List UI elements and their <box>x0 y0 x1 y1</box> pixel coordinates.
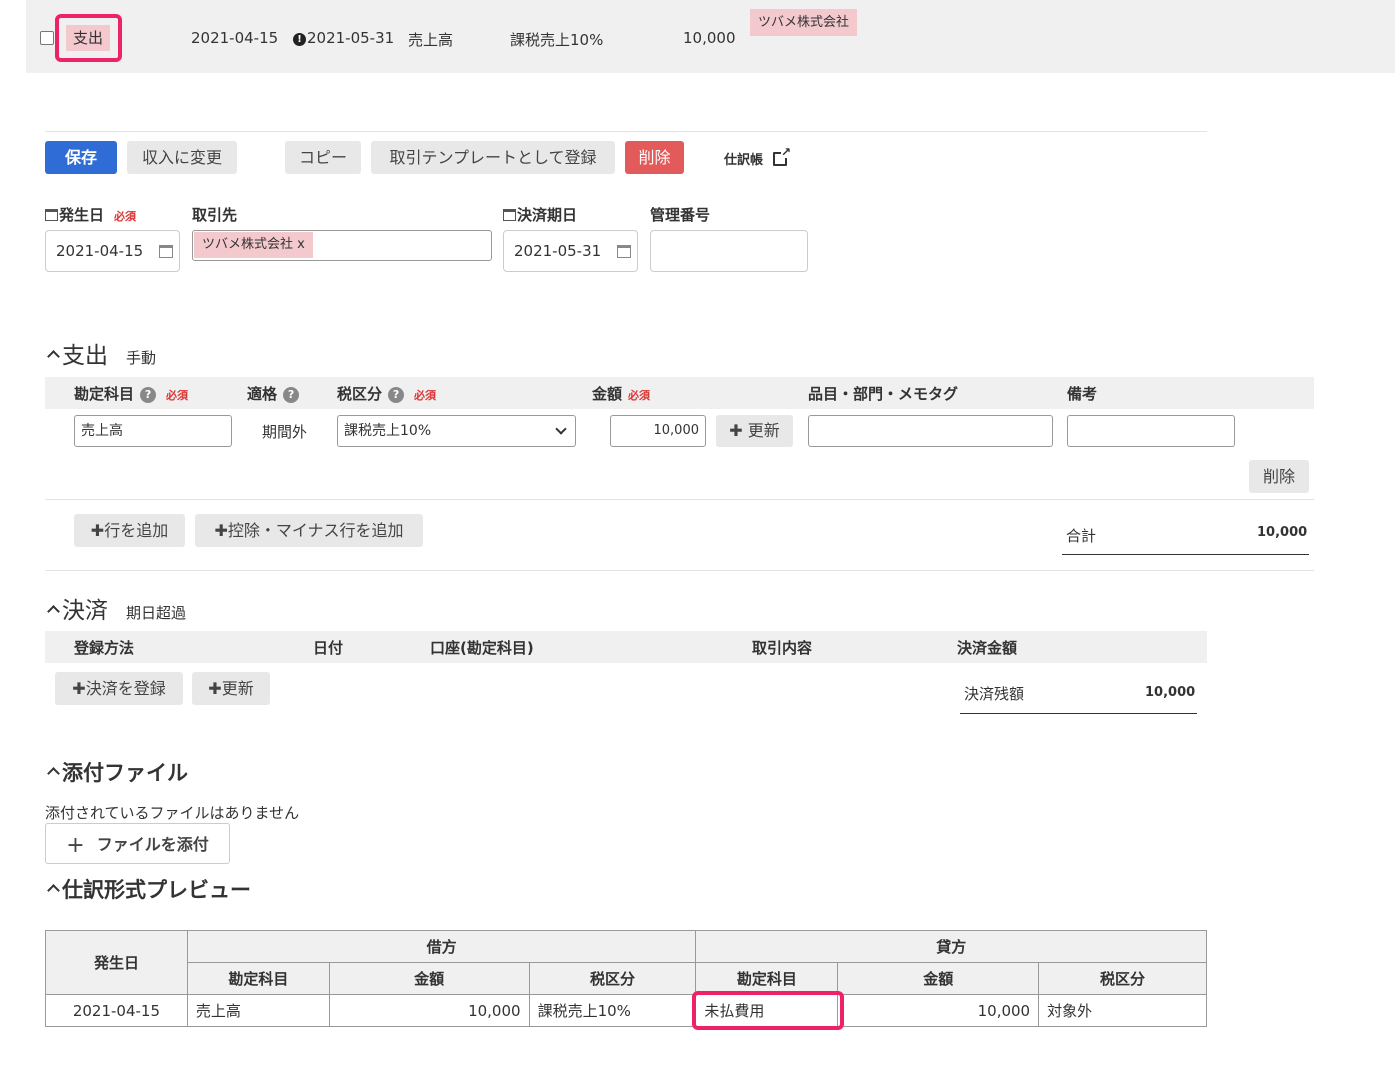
journal-link[interactable]: 仕訳帳 <box>724 145 791 168</box>
add-deduction-row-button[interactable]: ✚控除・マイナス行を追加 <box>195 514 423 547</box>
chevron-up-icon <box>47 605 60 618</box>
account-input[interactable]: 売上高 <box>74 415 232 447</box>
th-amount: 金額 必須 <box>592 385 651 403</box>
items-tags-input[interactable] <box>808 415 1053 447</box>
help-icon[interactable]: ? <box>140 387 157 403</box>
calendar-icon <box>159 245 173 258</box>
chevron-up-icon <box>47 767 60 780</box>
settlement-table-header <box>45 631 1207 663</box>
calendar-icon <box>45 209 58 221</box>
due-date: ! 2021-05-31 <box>293 29 394 47</box>
update-settlement-button[interactable]: ✚更新 <box>192 672 270 705</box>
delete-row-button[interactable]: 削除 <box>1249 460 1309 493</box>
th-debit-amount: 金額 <box>328 962 530 995</box>
th-tax: 税区分? 必須 <box>337 385 437 403</box>
tax-select[interactable]: 課税売上10% <box>337 415 576 447</box>
th-credit-amount: 金額 <box>837 962 1040 995</box>
journal-preview-table: 発生日 借方 貸方 勘定科目 金額 税区分 勘定科目 金額 税区分 2021-0… <box>45 930 1207 1027</box>
th-account: 口座(勘定科目) <box>430 639 534 657</box>
table-row: 2021-04-15 売上高 10,000 課税売上10% 未払費用 10,00… <box>45 994 1207 1027</box>
th-credit: 貸方 <box>695 930 1207 963</box>
issue-date-label: 発生日 必須 <box>45 204 136 225</box>
partner-input[interactable]: ツバメ株式会社 x <box>192 230 492 261</box>
th-method: 登録方法 <box>74 639 135 657</box>
row-checkbox[interactable] <box>40 31 54 45</box>
account: 売上高 <box>408 31 454 49</box>
add-row-button[interactable]: ✚行を追加 <box>74 514 185 547</box>
divider <box>45 570 1314 571</box>
due-date-label: 決済期日 <box>503 204 577 225</box>
row-credit-tax: 対象外 <box>1038 994 1207 1027</box>
no-attachments-text: 添付されているファイルはありません <box>45 804 300 822</box>
partner-chip[interactable]: ツバメ株式会社 x <box>194 232 313 258</box>
register-settlement-button[interactable]: ✚決済を登録 <box>55 672 183 705</box>
external-link-icon <box>773 145 791 166</box>
chevron-down-icon <box>555 423 567 435</box>
row-credit-amount: 10,000 <box>837 994 1040 1027</box>
th-credit-tax: 税区分 <box>1038 962 1207 995</box>
help-icon[interactable]: ? <box>283 387 300 403</box>
th-eligible: 適格? <box>247 383 300 404</box>
total-value: 10,000 <box>1257 525 1308 540</box>
th-debit-account: 勘定科目 <box>186 962 330 995</box>
th-settlement-amount: 決済金額 <box>957 639 1018 657</box>
row-debit-tax: 課税売上10% <box>528 994 697 1027</box>
save-button[interactable]: 保存 <box>45 141 117 174</box>
total-underline <box>1062 554 1309 555</box>
expense-section-title[interactable]: 支出 手動 <box>45 336 156 370</box>
highlight-box <box>692 991 844 1030</box>
divider <box>45 499 1314 500</box>
partner-tag: ツバメ株式会社 <box>750 9 858 36</box>
change-to-income-button[interactable]: 収入に変更 <box>127 141 237 174</box>
calendar-icon <box>503 209 516 221</box>
notes-input[interactable] <box>1067 415 1235 447</box>
th-notes: 備考 <box>1067 385 1098 403</box>
balance-label: 決済残額 <box>964 685 1025 703</box>
help-icon[interactable]: ? <box>388 387 405 403</box>
th-account: 勘定科目? 必須 <box>74 385 189 403</box>
th-date: 日付 <box>313 639 344 657</box>
delete-button[interactable]: 削除 <box>625 141 684 174</box>
calendar-icon <box>617 245 631 258</box>
issue-date-input[interactable]: 2021-04-15 <box>45 230 180 272</box>
expense-table-header <box>45 377 1314 409</box>
due-date-input[interactable]: 2021-05-31 <box>503 230 638 272</box>
amount: 10,000 <box>683 29 736 47</box>
amount-input[interactable]: 10,000 <box>610 415 706 447</box>
th-items: 品目・部門・メモタグ <box>808 385 959 403</box>
th-debit: 借方 <box>186 930 697 963</box>
plus-icon: + <box>66 833 85 858</box>
th-description: 取引内容 <box>752 639 813 657</box>
copy-button[interactable]: コピー <box>285 141 361 174</box>
chevron-up-icon <box>47 884 60 897</box>
eligible-value: 期間外 <box>262 423 308 441</box>
row-debit-account: 売上高 <box>186 994 330 1027</box>
th-debit-tax: 税区分 <box>528 962 697 995</box>
balance-underline <box>960 713 1197 714</box>
balance-value: 10,000 <box>1145 685 1196 700</box>
tax-category: 課税売上10% <box>510 31 604 49</box>
register-template-button[interactable]: 取引テンプレートとして登録 <box>371 141 615 174</box>
deal-summary-row[interactable]: 支出 2021-04-15 ! 2021-05-31 売上高 課税売上10% 10… <box>26 0 1395 73</box>
settlement-section-title[interactable]: 決済 期日超過 <box>45 591 186 625</box>
preview-section-title[interactable]: 仕訳形式プレビュー <box>45 874 251 904</box>
attachment-section-title[interactable]: 添付ファイル <box>45 757 188 787</box>
th-credit-account: 勘定科目 <box>695 962 839 995</box>
row-debit-amount: 10,000 <box>328 994 530 1027</box>
partner-label: 取引先 <box>192 206 238 224</box>
update-tags-button[interactable]: ✚ 更新 <box>716 415 793 447</box>
th-date: 発生日 <box>45 930 188 995</box>
issue-date: 2021-04-15 <box>191 29 279 47</box>
ref-number-label: 管理番号 <box>650 206 711 224</box>
total-label: 合計 <box>1066 527 1097 545</box>
row-date: 2021-04-15 <box>45 994 188 1027</box>
highlight-box <box>55 14 122 62</box>
divider <box>45 131 1207 132</box>
warning-icon: ! <box>293 33 306 46</box>
attach-file-button[interactable]: + ファイルを添付 <box>45 823 230 864</box>
chevron-up-icon <box>47 350 60 363</box>
ref-number-input[interactable] <box>650 230 808 272</box>
